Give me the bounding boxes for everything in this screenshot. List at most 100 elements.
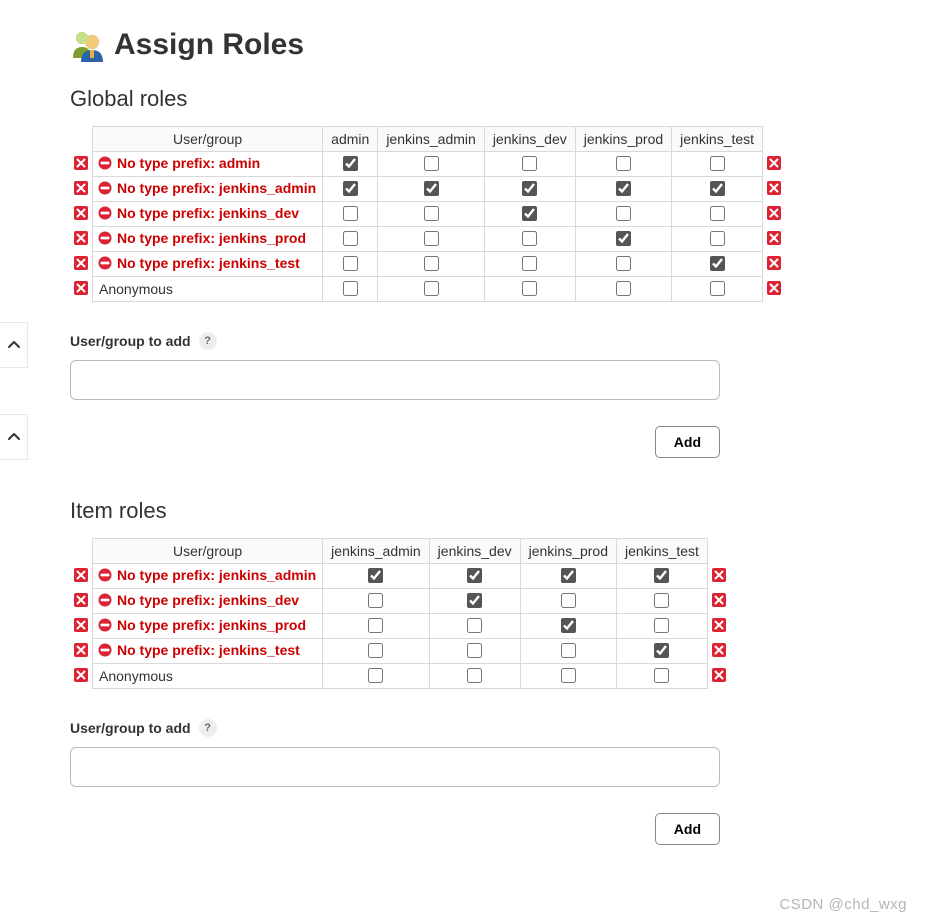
role-checkbox[interactable] <box>424 281 439 296</box>
role-checkbox[interactable] <box>522 256 537 271</box>
global-add-button[interactable]: Add <box>655 426 720 458</box>
role-checkbox[interactable] <box>467 568 482 583</box>
role-checkbox[interactable] <box>522 281 537 296</box>
page-title-text: Assign Roles <box>114 28 304 62</box>
help-icon[interactable]: ? <box>199 719 217 737</box>
role-checkbox[interactable] <box>424 231 439 246</box>
item-add-input[interactable] <box>70 747 720 787</box>
role-checkbox[interactable] <box>616 206 631 221</box>
row-delete-left <box>70 639 93 664</box>
role-checkbox[interactable] <box>467 668 482 683</box>
role-checkbox[interactable] <box>343 156 358 171</box>
role-cell <box>378 152 485 177</box>
delete-icon[interactable] <box>74 156 88 170</box>
item-add-button[interactable]: Add <box>655 813 720 845</box>
usergroup-label: Anonymous <box>97 668 173 684</box>
role-checkbox[interactable] <box>616 231 631 246</box>
role-checkbox[interactable] <box>616 156 631 171</box>
delete-icon[interactable] <box>767 181 781 195</box>
role-checkbox[interactable] <box>368 593 383 608</box>
role-checkbox[interactable] <box>368 668 383 683</box>
role-checkbox[interactable] <box>343 206 358 221</box>
role-cell <box>520 639 616 664</box>
role-checkbox[interactable] <box>424 181 439 196</box>
table-row: Anonymous <box>70 664 730 689</box>
delete-icon[interactable] <box>712 618 726 632</box>
role-checkbox[interactable] <box>343 281 358 296</box>
delete-icon[interactable] <box>767 156 781 170</box>
role-checkbox[interactable] <box>561 668 576 683</box>
role-checkbox[interactable] <box>343 256 358 271</box>
role-checkbox[interactable] <box>654 568 669 583</box>
row-delete-left <box>70 589 93 614</box>
role-checkbox[interactable] <box>561 593 576 608</box>
delete-icon[interactable] <box>767 256 781 270</box>
role-cell <box>672 202 763 227</box>
help-icon[interactable]: ? <box>199 332 217 350</box>
role-checkbox[interactable] <box>654 668 669 683</box>
delete-icon[interactable] <box>74 668 88 682</box>
delete-icon[interactable] <box>712 643 726 657</box>
usergroup-cell: No type prefix: jenkins_test <box>93 252 323 277</box>
row-delete-right <box>707 564 730 589</box>
delete-icon[interactable] <box>74 643 88 657</box>
delete-icon[interactable] <box>74 281 88 295</box>
delete-icon[interactable] <box>74 206 88 220</box>
role-checkbox[interactable] <box>368 568 383 583</box>
row-delete-right <box>707 614 730 639</box>
role-checkbox[interactable] <box>522 156 537 171</box>
role-checkbox[interactable] <box>522 206 537 221</box>
role-checkbox[interactable] <box>424 256 439 271</box>
delete-icon[interactable] <box>767 206 781 220</box>
delete-icon[interactable] <box>74 593 88 607</box>
delete-icon[interactable] <box>767 231 781 245</box>
role-checkbox[interactable] <box>343 181 358 196</box>
role-checkbox[interactable] <box>467 618 482 633</box>
role-checkbox[interactable] <box>654 593 669 608</box>
role-checkbox[interactable] <box>710 281 725 296</box>
role-checkbox[interactable] <box>368 618 383 633</box>
role-checkbox[interactable] <box>710 206 725 221</box>
delete-icon[interactable] <box>767 281 781 295</box>
stop-icon <box>97 205 113 221</box>
role-checkbox[interactable] <box>710 256 725 271</box>
role-checkbox[interactable] <box>368 643 383 658</box>
global-add-label-row: User/group to add ? <box>70 332 885 350</box>
role-checkbox[interactable] <box>561 643 576 658</box>
usergroup-label: No type prefix: admin <box>117 155 260 171</box>
role-checkbox[interactable] <box>522 231 537 246</box>
delete-icon[interactable] <box>74 618 88 632</box>
item-roles-table: User/groupjenkins_adminjenkins_devjenkin… <box>70 538 730 689</box>
delete-icon[interactable] <box>74 256 88 270</box>
role-checkbox[interactable] <box>561 568 576 583</box>
role-checkbox[interactable] <box>522 181 537 196</box>
role-cell <box>429 664 520 689</box>
role-cell <box>575 227 671 252</box>
delete-icon[interactable] <box>712 568 726 582</box>
role-checkbox[interactable] <box>710 156 725 171</box>
role-checkbox[interactable] <box>654 618 669 633</box>
role-cell <box>323 614 430 639</box>
delete-icon[interactable] <box>74 231 88 245</box>
delete-icon[interactable] <box>712 593 726 607</box>
delete-icon[interactable] <box>74 568 88 582</box>
role-checkbox[interactable] <box>616 281 631 296</box>
global-add-input[interactable] <box>70 360 720 400</box>
role-checkbox[interactable] <box>654 643 669 658</box>
role-checkbox[interactable] <box>710 181 725 196</box>
sidebar-collapse-toggle-1[interactable] <box>0 322 28 368</box>
usergroup-cell: No type prefix: jenkins_prod <box>93 614 323 639</box>
role-checkbox[interactable] <box>710 231 725 246</box>
delete-icon[interactable] <box>712 668 726 682</box>
role-checkbox[interactable] <box>616 256 631 271</box>
role-checkbox[interactable] <box>616 181 631 196</box>
delete-icon[interactable] <box>74 181 88 195</box>
role-checkbox[interactable] <box>343 231 358 246</box>
role-checkbox[interactable] <box>467 643 482 658</box>
sidebar-collapse-toggle-2[interactable] <box>0 414 28 460</box>
role-checkbox[interactable] <box>561 618 576 633</box>
role-checkbox[interactable] <box>467 593 482 608</box>
role-checkbox[interactable] <box>424 206 439 221</box>
role-cell <box>575 177 671 202</box>
role-checkbox[interactable] <box>424 156 439 171</box>
